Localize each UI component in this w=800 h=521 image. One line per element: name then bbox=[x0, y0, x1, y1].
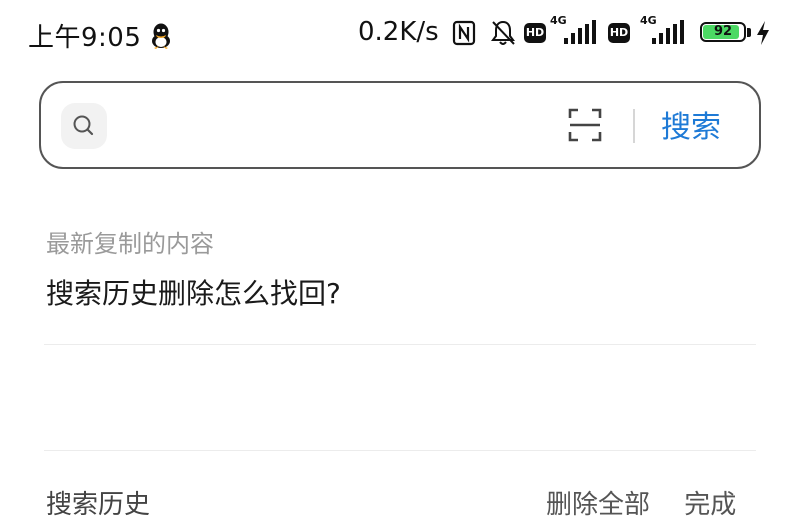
delete-all-button[interactable]: 删除全部 bbox=[546, 490, 650, 520]
bell-mute-icon bbox=[491, 20, 515, 45]
nfc-icon bbox=[452, 20, 476, 46]
clipboard-content[interactable]: 搜索历史删除怎么找回? bbox=[46, 272, 341, 312]
clipboard-title: 最新复制的内容 bbox=[46, 230, 214, 258]
divider bbox=[44, 450, 756, 451]
charging-icon bbox=[757, 21, 769, 45]
done-button[interactable]: 完成 bbox=[684, 490, 736, 520]
battery-nub bbox=[747, 28, 751, 37]
search-input[interactable] bbox=[121, 103, 545, 151]
scan-icon[interactable] bbox=[567, 107, 603, 143]
qq-icon bbox=[152, 23, 170, 49]
divider bbox=[44, 344, 756, 345]
signal-icon bbox=[564, 20, 596, 44]
battery-icon: 92 bbox=[700, 22, 754, 44]
signal-icon-sim2 bbox=[652, 20, 684, 44]
battery-level: 92 bbox=[713, 24, 733, 39]
history-actions: 删除全部 完成 bbox=[546, 484, 736, 521]
search-icon bbox=[73, 115, 94, 136]
history-title: 搜索历史 bbox=[46, 490, 151, 520]
search-bar: 搜索 bbox=[39, 81, 761, 169]
status-bar: 上午9:05 0.2K/s HD 4G HD 4G 92 bbox=[0, 0, 800, 68]
status-time: 上午9:05 bbox=[28, 23, 142, 53]
search-icon-button bbox=[61, 103, 107, 149]
network-speed: 0.2K/s bbox=[358, 17, 439, 47]
search-divider bbox=[633, 109, 635, 143]
search-button[interactable]: 搜索 bbox=[661, 102, 721, 146]
hd-badge-sim2: HD bbox=[608, 23, 630, 43]
hd-badge: HD bbox=[524, 23, 546, 43]
